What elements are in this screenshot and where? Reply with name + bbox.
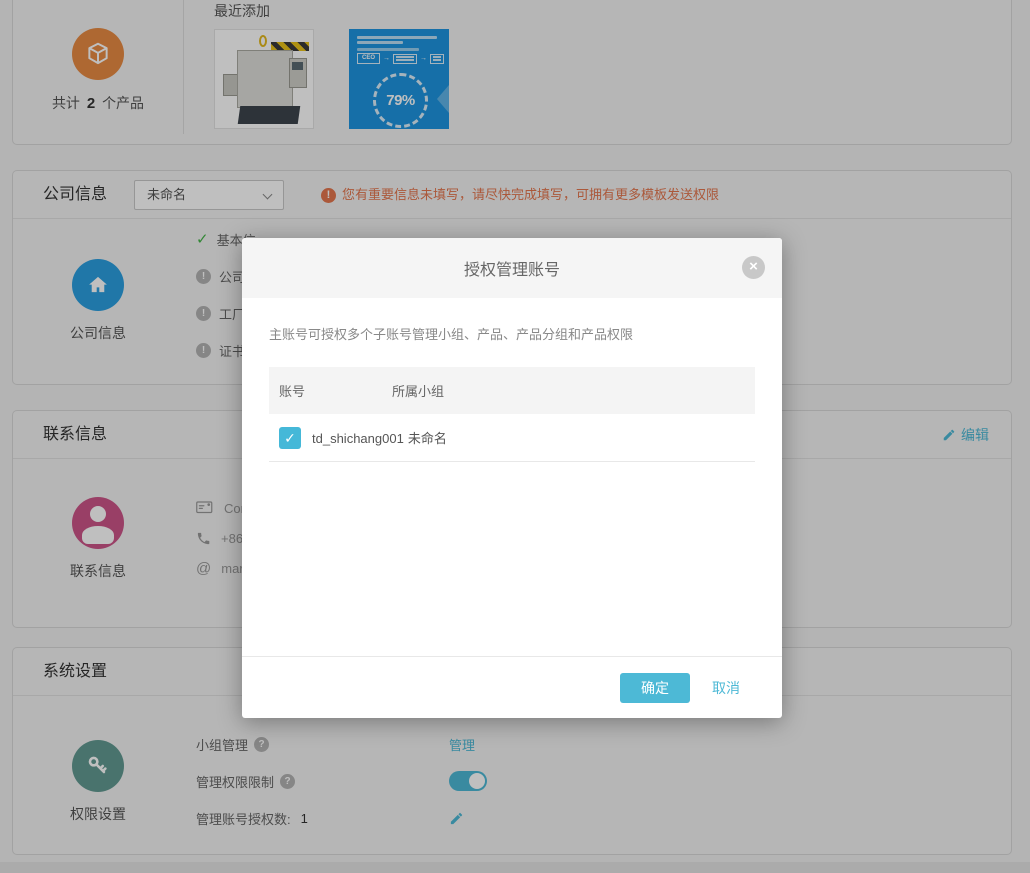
- modal-footer: 确定 取消: [242, 656, 782, 718]
- column-account: 账号: [269, 381, 392, 400]
- modal-title: 授权管理账号: [464, 256, 560, 280]
- account-table-row: ✓ td_shichang001 未命名: [269, 414, 755, 462]
- account-checkbox[interactable]: ✓: [279, 427, 301, 449]
- close-icon[interactable]: ×: [742, 256, 765, 279]
- cancel-button[interactable]: 取消: [712, 678, 740, 698]
- account-row-text: td_shichang001 未命名: [312, 428, 451, 447]
- modal-body: 主账号可授权多个子账号管理小组、产品、产品分组和产品权限 账号 所属小组 ✓ t…: [242, 324, 782, 462]
- account-name: td_shichang001: [312, 431, 404, 446]
- modal-description: 主账号可授权多个子账号管理小组、产品、产品分组和产品权限: [269, 324, 755, 343]
- account-table-header: 账号 所属小组: [269, 367, 755, 414]
- modal-header: 授权管理账号 ×: [242, 238, 782, 298]
- account-group: 未命名: [408, 431, 447, 446]
- authorize-account-modal: 授权管理账号 × 主账号可授权多个子账号管理小组、产品、产品分组和产品权限 账号…: [242, 238, 782, 718]
- column-group: 所属小组: [392, 381, 444, 400]
- confirm-button[interactable]: 确定: [620, 673, 690, 703]
